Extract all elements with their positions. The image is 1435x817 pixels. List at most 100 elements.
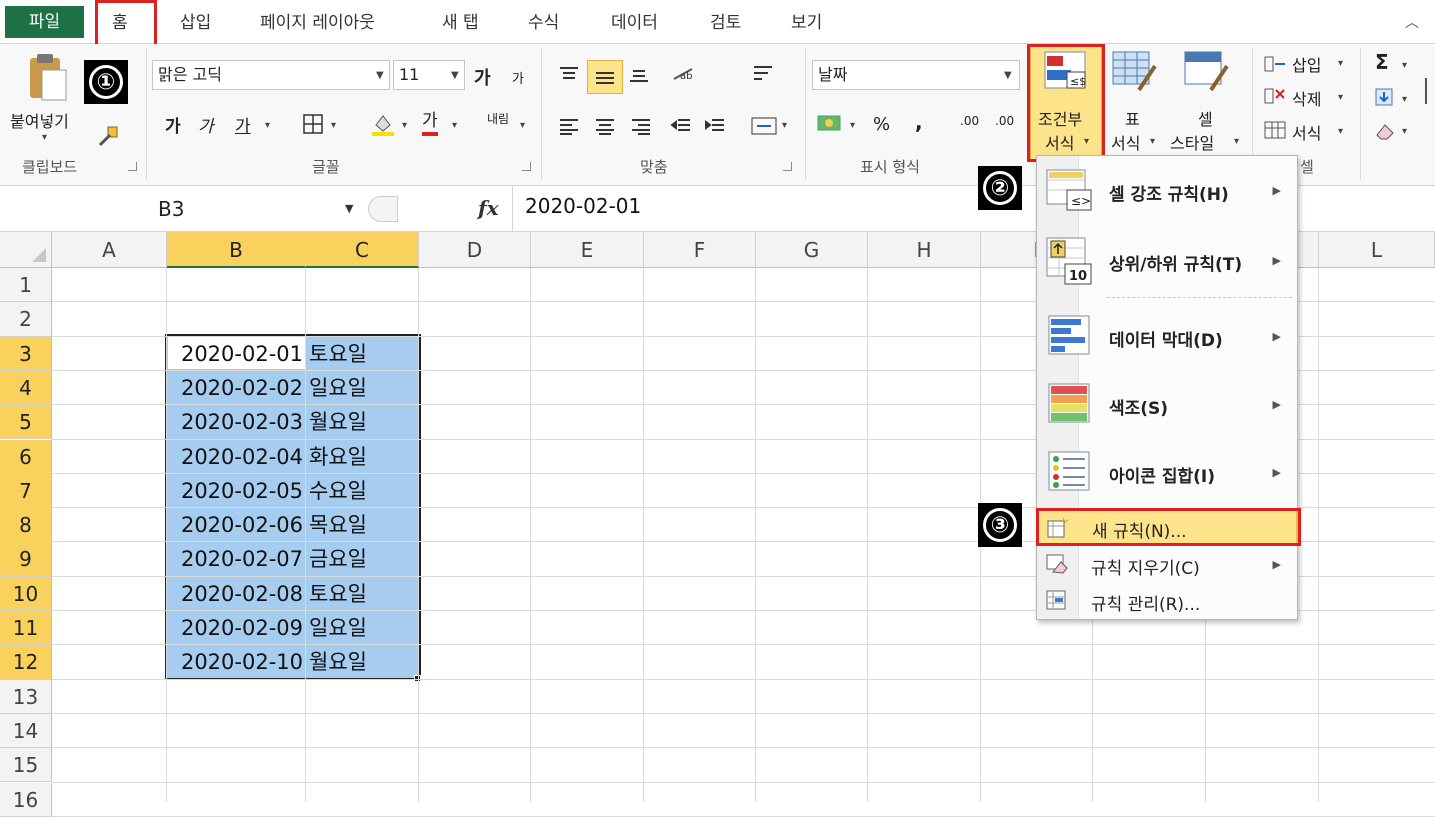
- cell-styles-dropdown-icon[interactable]: ▾: [1234, 136, 1239, 147]
- row-header[interactable]: 4: [0, 370, 52, 406]
- italic-button[interactable]: 가: [198, 112, 214, 137]
- row-header[interactable]: 9: [0, 542, 52, 577]
- shrink-font-button[interactable]: 가: [512, 68, 524, 87]
- cell-styles-label-2[interactable]: 스타일: [1170, 130, 1214, 154]
- row-header[interactable]: 2: [0, 302, 52, 337]
- wrap-text-icon[interactable]: [750, 62, 776, 86]
- fill-dropdown-icon[interactable]: ▾: [1402, 94, 1407, 105]
- paste-dropdown-icon[interactable]: ▾: [42, 132, 47, 143]
- merge-center-icon[interactable]: [750, 114, 778, 138]
- decrease-decimal-button[interactable]: .00: [995, 114, 1014, 128]
- font-color-dropdown-icon[interactable]: ▾: [452, 120, 457, 131]
- clipboard-launcher-icon[interactable]: [128, 162, 137, 171]
- collapse-ribbon-icon[interactable]: ︿: [1405, 12, 1419, 32]
- format-as-table-label-1[interactable]: 표: [1125, 106, 1140, 130]
- delete-cells-button[interactable]: 삭제: [1292, 86, 1321, 110]
- tab-new[interactable]: 새 탭: [442, 8, 479, 33]
- font-name-dropdown-icon[interactable]: ▼: [376, 70, 384, 81]
- increase-decimal-button[interactable]: .00: [960, 114, 979, 128]
- format-as-table-label-2[interactable]: 서식: [1111, 130, 1140, 154]
- font-name-box[interactable]: 맑은 고딕: [152, 60, 390, 90]
- underline-button[interactable]: 가: [235, 112, 251, 137]
- insert-cells-icon[interactable]: [1262, 54, 1288, 74]
- menu-item-clear-rules[interactable]: 규칙 지우기(C) ▶: [1037, 548, 1297, 582]
- tab-page-layout[interactable]: 페이지 레이아웃: [260, 8, 375, 33]
- number-format-box[interactable]: 날짜: [812, 60, 1020, 90]
- underline-dropdown-icon[interactable]: ▾: [265, 120, 270, 131]
- menu-item-icon-sets[interactable]: 아이콘 집합(I) ▶: [1037, 438, 1297, 506]
- column-header-g[interactable]: G: [756, 232, 868, 268]
- menu-item-top-bottom-rules[interactable]: 10 상위/하위 규칙(T) ▶: [1037, 226, 1297, 294]
- row-header[interactable]: 6: [0, 439, 52, 474]
- fill-color-dropdown-icon[interactable]: ▾: [402, 120, 407, 131]
- format-cells-icon[interactable]: [1262, 120, 1288, 140]
- autosum-dropdown-icon[interactable]: ▾: [1402, 60, 1407, 71]
- tab-view[interactable]: 보기: [791, 8, 822, 33]
- select-all-button[interactable]: [0, 232, 52, 268]
- borders-icon[interactable]: [300, 112, 326, 136]
- column-header-d[interactable]: D: [419, 232, 531, 268]
- align-center-icon[interactable]: [592, 114, 618, 138]
- font-launcher-icon[interactable]: [522, 162, 531, 171]
- phonetic-button[interactable]: 내림: [487, 110, 509, 127]
- formula-bar-divider-handle[interactable]: [368, 196, 398, 222]
- merge-dropdown-icon[interactable]: ▾: [782, 120, 787, 131]
- autosum-button[interactable]: Σ: [1375, 50, 1389, 74]
- cell-styles-label-1[interactable]: 셀: [1198, 106, 1213, 130]
- number-format-dropdown-icon[interactable]: ▼: [1004, 70, 1012, 81]
- name-box[interactable]: B3: [0, 192, 360, 226]
- align-top-icon[interactable]: [556, 62, 582, 86]
- column-header-c[interactable]: C: [306, 232, 419, 268]
- align-right-icon[interactable]: [628, 114, 654, 138]
- percent-style-button[interactable]: %: [873, 114, 890, 135]
- tab-formulas[interactable]: 수식: [528, 8, 559, 33]
- column-header-a[interactable]: A: [52, 232, 167, 268]
- column-header-f[interactable]: F: [644, 232, 756, 268]
- tab-data[interactable]: 데이터: [611, 8, 658, 33]
- accounting-format-icon[interactable]: [815, 110, 845, 136]
- borders-dropdown-icon[interactable]: ▾: [331, 120, 336, 131]
- row-header[interactable]: 16: [0, 782, 52, 817]
- comma-style-button[interactable]: ,: [915, 110, 923, 134]
- row-header[interactable]: 11: [0, 611, 52, 646]
- insert-cells-button[interactable]: 삽입: [1292, 52, 1321, 76]
- clear-icon[interactable]: [1372, 120, 1396, 142]
- row-header[interactable]: 3: [0, 336, 52, 371]
- row-header[interactable]: 8: [0, 508, 52, 543]
- tab-review[interactable]: 검토: [710, 8, 741, 33]
- name-box-dropdown-icon[interactable]: ▼: [345, 202, 353, 215]
- menu-item-data-bars[interactable]: 데이터 막대(D) ▶: [1037, 302, 1297, 370]
- row-header[interactable]: 14: [0, 713, 52, 749]
- fill-color-icon[interactable]: [370, 110, 396, 138]
- format-cells-dropdown-icon[interactable]: ▾: [1338, 126, 1343, 137]
- format-as-table-icon[interactable]: [1110, 50, 1158, 92]
- cell-styles-icon[interactable]: [1182, 50, 1230, 92]
- paste-button[interactable]: 붙여넣기: [10, 108, 69, 132]
- column-header-e[interactable]: E: [531, 232, 644, 268]
- column-header-b[interactable]: B: [167, 232, 306, 268]
- formula-input[interactable]: 2020-02-01: [525, 194, 641, 218]
- accounting-dropdown-icon[interactable]: ▾: [850, 120, 855, 131]
- insert-function-icon[interactable]: fx: [478, 196, 499, 220]
- fill-icon[interactable]: [1372, 86, 1396, 108]
- sort-filter-icon[interactable]: [1418, 64, 1434, 124]
- format-painter-icon[interactable]: [95, 124, 121, 148]
- row-header[interactable]: 15: [0, 748, 52, 783]
- orientation-icon[interactable]: ab: [668, 62, 702, 86]
- font-size-dropdown-icon[interactable]: ▼: [451, 70, 459, 81]
- tab-file[interactable]: 파일: [5, 6, 84, 38]
- align-middle-icon[interactable]: [587, 60, 623, 94]
- font-color-button[interactable]: 가: [422, 110, 438, 136]
- decrease-indent-icon[interactable]: [668, 114, 694, 138]
- row-header[interactable]: 7: [0, 473, 52, 509]
- delete-cells-icon[interactable]: [1262, 86, 1288, 106]
- row-header[interactable]: 12: [0, 645, 52, 680]
- grow-font-button[interactable]: 가: [474, 64, 491, 90]
- align-left-icon[interactable]: [556, 114, 582, 138]
- delete-cells-dropdown-icon[interactable]: ▾: [1338, 92, 1343, 103]
- row-header[interactable]: 10: [0, 576, 52, 611]
- alignment-launcher-icon[interactable]: [783, 162, 792, 171]
- paste-icon[interactable]: [22, 54, 70, 108]
- row-header[interactable]: 1: [0, 268, 52, 303]
- clear-dropdown-icon[interactable]: ▾: [1402, 126, 1407, 137]
